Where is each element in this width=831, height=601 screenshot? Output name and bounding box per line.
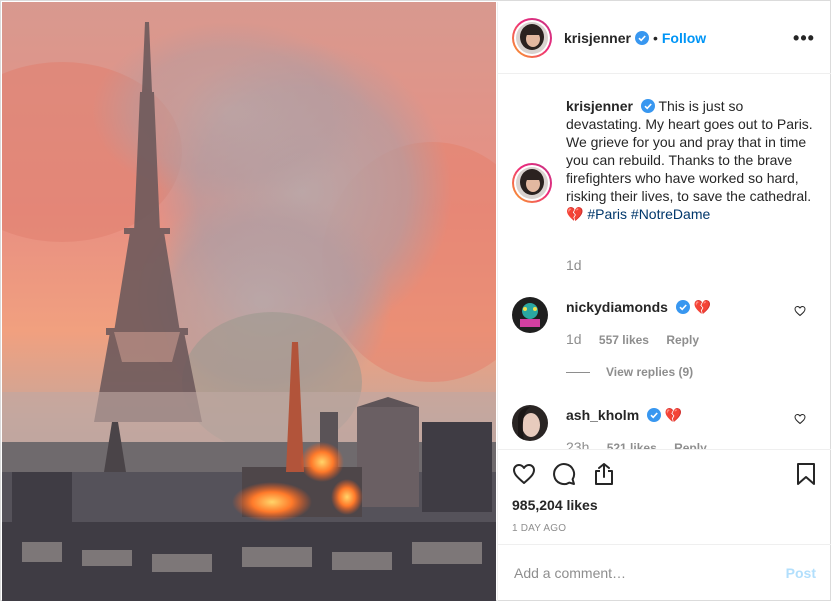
caption-text-block: krisjenner This is just so devastating. …: [566, 97, 816, 223]
comment-meta: 23h 521 likes Reply: [566, 439, 721, 449]
action-icons: [512, 462, 616, 486]
view-replies-label[interactable]: View replies (9): [606, 365, 693, 379]
follow-button[interactable]: Follow: [662, 30, 706, 46]
comment-like-heart-icon[interactable]: [794, 413, 806, 425]
comment-meta: 1d 557 likes Reply: [566, 331, 713, 347]
verified-badge-icon: [675, 300, 690, 314]
paris-fire-image: [2, 2, 496, 601]
comment-like-heart-icon[interactable]: [794, 305, 806, 317]
verified-badge-icon: [634, 30, 649, 45]
caption-avatar-image: [516, 167, 548, 199]
reply-button[interactable]: Reply: [674, 441, 707, 449]
commenter-username[interactable]: ash_kholm: [566, 407, 639, 423]
comment-text-line: ash_kholm 💔: [566, 407, 682, 424]
comment-likes[interactable]: 521 likes: [607, 441, 657, 449]
author-avatar-image: [516, 21, 548, 54]
likes-count[interactable]: 985,204 likes: [512, 497, 598, 513]
more-options-icon[interactable]: •••: [792, 26, 816, 50]
post-timestamp[interactable]: 1 DAY AGO: [512, 523, 566, 534]
comment-timestamp: 1d: [566, 331, 582, 347]
view-replies[interactable]: View replies (9): [566, 365, 693, 379]
comment-text: 💔: [693, 299, 712, 315]
author-avatar[interactable]: [512, 17, 552, 58]
share-icon[interactable]: [592, 462, 616, 486]
comment-timestamp: 23h: [566, 439, 590, 449]
commenter-username[interactable]: nickydiamonds: [566, 299, 668, 315]
separator-dot: •: [652, 29, 658, 46]
caption-text: This is just so devastating. My heart go…: [566, 98, 813, 222]
post-side-panel: krisjenner • Follow ••• krisjenner This …: [497, 2, 831, 601]
author-username[interactable]: krisjenner: [564, 30, 631, 46]
commenter-avatar[interactable]: [512, 297, 548, 333]
caption-timestamp: 1d: [566, 257, 582, 273]
hashtag-notredame[interactable]: #NotreDame: [631, 206, 710, 222]
bookmark-icon[interactable]: [794, 462, 818, 486]
comments-list[interactable]: krisjenner This is just so devastating. …: [498, 75, 831, 449]
heart-icon[interactable]: [512, 462, 536, 486]
verified-badge-icon: [647, 408, 662, 422]
post-header: krisjenner • Follow •••: [498, 2, 831, 74]
replies-divider-line: [566, 371, 590, 373]
post-comment-button[interactable]: Post: [786, 565, 816, 581]
post-window: krisjenner • Follow ••• krisjenner This …: [0, 0, 831, 601]
save-button[interactable]: [794, 462, 818, 486]
comment-icon[interactable]: [552, 462, 576, 486]
reply-button[interactable]: Reply: [666, 333, 699, 347]
comment-text: 💔: [664, 407, 683, 423]
verified-badge-icon: [640, 99, 655, 113]
caption-username[interactable]: krisjenner: [566, 98, 633, 114]
caption-avatar[interactable]: [512, 163, 552, 203]
post-photo[interactable]: [2, 2, 496, 601]
comment-likes[interactable]: 557 likes: [599, 333, 649, 347]
hashtag-paris[interactable]: #Paris: [587, 206, 627, 222]
commenter-avatar-image: [512, 297, 548, 333]
commenter-avatar-image: [512, 405, 548, 441]
comment-text-line: nickydiamonds 💔: [566, 299, 711, 316]
add-comment-bar: Post: [498, 544, 831, 601]
commenter-avatar[interactable]: [512, 405, 548, 441]
add-comment-input[interactable]: [514, 565, 786, 581]
